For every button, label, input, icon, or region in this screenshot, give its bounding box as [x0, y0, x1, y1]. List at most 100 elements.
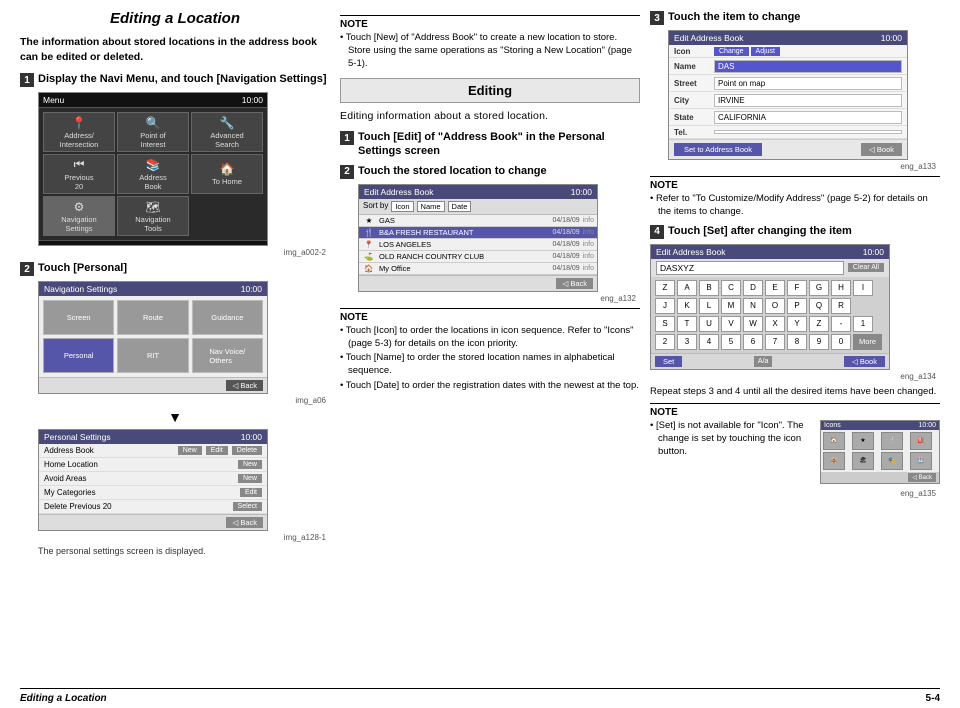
- ab-row-la[interactable]: 📍 LOS ANGELES 04/18/09 info: [359, 239, 597, 251]
- kb-key-9[interactable]: 9: [809, 334, 829, 350]
- ea-adjust-btn[interactable]: Adjust: [751, 47, 780, 56]
- kb-key-0[interactable]: 0: [831, 334, 851, 350]
- ea-title: Edit Address Book: [674, 33, 743, 43]
- ps-edit-btn[interactable]: Edit: [206, 446, 228, 455]
- icon-cell-4[interactable]: ⛽: [910, 432, 932, 450]
- ab-info-la: info: [583, 241, 594, 248]
- ab-back-btn[interactable]: ◁ Back: [556, 278, 593, 289]
- kb-alp-btn[interactable]: A/a: [754, 356, 773, 367]
- kb-more-btn[interactable]: More: [853, 334, 882, 350]
- navi-cell-navsettings[interactable]: ⚙ NavigationSettings: [43, 196, 115, 236]
- icon-cell-1[interactable]: 🏠: [823, 432, 845, 450]
- kb-key-i[interactable]: I: [853, 280, 873, 296]
- ps-delete-btn[interactable]: Delete: [232, 446, 262, 455]
- kb-key-r[interactable]: R: [831, 298, 851, 314]
- ns-cell-personal[interactable]: Personal: [43, 338, 114, 373]
- kb-key-5[interactable]: 5: [721, 334, 741, 350]
- icon-cell-3[interactable]: 🍴: [881, 432, 903, 450]
- kb-key-k[interactable]: K: [677, 298, 697, 314]
- icon-cell-2[interactable]: ★: [852, 432, 874, 450]
- kb-key-6[interactable]: 6: [743, 334, 763, 350]
- ps-del20-select-btn[interactable]: Select: [233, 502, 262, 511]
- kb-key-o[interactable]: O: [765, 298, 785, 314]
- kb-key-s[interactable]: S: [655, 316, 675, 332]
- ns-cell-route[interactable]: Route: [117, 300, 188, 335]
- icon-cell-7[interactable]: 🎭: [881, 452, 903, 470]
- step1-left-header: 1 Display the Navi Menu, and touch [Navi…: [20, 72, 330, 87]
- navi-cell-prev[interactable]: ⏮ Previous20: [43, 154, 115, 194]
- kb-key-m[interactable]: M: [721, 298, 741, 314]
- kb-input-field[interactable]: DASXYZ: [656, 261, 844, 275]
- kb-key-z[interactable]: Z: [655, 280, 675, 296]
- ps-new-btn[interactable]: New: [178, 446, 202, 455]
- navi-cell-adv[interactable]: 🔧 AdvancedSearch: [191, 112, 263, 152]
- kb-key-w[interactable]: W: [743, 316, 763, 332]
- kb-key-h[interactable]: H: [831, 280, 851, 296]
- step3-right-header: 3 Touch the item to change: [650, 10, 940, 25]
- ps-title: Personal Settings: [44, 432, 111, 442]
- icon-select-caption: eng_a135: [650, 489, 936, 498]
- ab-sort-icon-btn[interactable]: Icon: [391, 201, 413, 212]
- ns-cell-screen[interactable]: Screen: [43, 300, 114, 335]
- kb-key-1[interactable]: 1: [853, 316, 873, 332]
- kb-key-z2[interactable]: Z: [809, 316, 829, 332]
- kb-key-q[interactable]: Q: [809, 298, 829, 314]
- ab-row-gas[interactable]: ★ GAS 04/18/09 info: [359, 215, 597, 227]
- kb-key-c[interactable]: C: [721, 280, 741, 296]
- kb-key-b[interactable]: B: [699, 280, 719, 296]
- navi-cell-navtools[interactable]: 🗺 NavigationTools: [117, 196, 189, 236]
- ns-cell-rit[interactable]: RIT: [117, 338, 188, 373]
- kb-key-p[interactable]: P: [787, 298, 807, 314]
- kb-key-n[interactable]: N: [743, 298, 763, 314]
- kb-key-u[interactable]: U: [699, 316, 719, 332]
- kb-set-btn[interactable]: Set: [655, 356, 682, 367]
- kb-key-d[interactable]: D: [743, 280, 763, 296]
- set-to-address-book-btn[interactable]: Set to Address Book: [674, 143, 762, 156]
- ea-caption: eng_a133: [650, 162, 936, 171]
- kb-back-btn2[interactable]: ◁ Book: [844, 356, 885, 367]
- ea-back-btn[interactable]: ◁ Book: [861, 143, 902, 156]
- ns-cell-guidance[interactable]: Guidance: [192, 300, 263, 335]
- navi-cell-poi[interactable]: 🔍 Point ofInterest: [117, 112, 189, 152]
- ps-time: 10:00: [241, 432, 262, 442]
- kb-key-v[interactable]: V: [721, 316, 741, 332]
- kb-key-l[interactable]: L: [699, 298, 719, 314]
- ps-back-btn[interactable]: ◁ Back: [226, 517, 263, 528]
- navi-cell-address[interactable]: 📍 Address/Intersection: [43, 112, 115, 152]
- ea-label-tel: Tel.: [674, 128, 714, 137]
- ea-change-btn[interactable]: Change: [714, 47, 749, 56]
- kb-key-dash[interactable]: -: [831, 316, 851, 332]
- ps-cat-edit-btn[interactable]: Edit: [240, 488, 262, 497]
- ab-sort-name-btn[interactable]: Name: [417, 201, 445, 212]
- ns-back-btn[interactable]: ◁ Back: [226, 380, 263, 391]
- kb-key-a[interactable]: A: [677, 280, 697, 296]
- navi-cell-addr2[interactable]: 📚 AddressBook: [117, 154, 189, 194]
- kb-key-8[interactable]: 8: [787, 334, 807, 350]
- kb-key-t[interactable]: T: [677, 316, 697, 332]
- ab-sort-date-btn[interactable]: Date: [448, 201, 472, 212]
- note-mid-item1: Touch [Icon] to order the locations in i…: [340, 325, 640, 351]
- kb-key-f[interactable]: F: [787, 280, 807, 296]
- ns-cell-navvoice[interactable]: Nav Voice/Others: [192, 338, 263, 373]
- kb-key-g[interactable]: G: [809, 280, 829, 296]
- ab-row-orc[interactable]: ⛳ OLD RANCH COUNTRY CLUB 04/18/09 info: [359, 251, 597, 263]
- kb-key-4[interactable]: 4: [699, 334, 719, 350]
- note-right-bottom-text: [Set] is not available for "Icon". The c…: [650, 420, 812, 460]
- ps-home-new-btn[interactable]: New: [238, 460, 262, 469]
- kb-key-y[interactable]: Y: [787, 316, 807, 332]
- kb-clear-btn[interactable]: Clear All: [848, 263, 884, 272]
- ab-row-bar[interactable]: 🍴 B&A FRESH RESTAURANT 04/18/09 info: [359, 227, 597, 239]
- kb-key-e[interactable]: E: [765, 280, 785, 296]
- icon-cell-5[interactable]: 🏨: [823, 452, 845, 470]
- icon-back-btn[interactable]: ◁ Back: [908, 473, 936, 482]
- kb-key-2[interactable]: 2: [655, 334, 675, 350]
- ps-avoid-new-btn[interactable]: New: [238, 474, 262, 483]
- ab-row-office[interactable]: 🏠 My Office 04/18/09 info: [359, 263, 597, 275]
- icon-cell-8[interactable]: 🏥: [910, 452, 932, 470]
- kb-key-7[interactable]: 7: [765, 334, 785, 350]
- navi-cell-home[interactable]: 🏠 To Home: [191, 154, 263, 194]
- kb-key-j[interactable]: J: [655, 298, 675, 314]
- kb-key-3[interactable]: 3: [677, 334, 697, 350]
- icon-cell-6[interactable]: 🏖: [852, 452, 874, 470]
- kb-key-x[interactable]: X: [765, 316, 785, 332]
